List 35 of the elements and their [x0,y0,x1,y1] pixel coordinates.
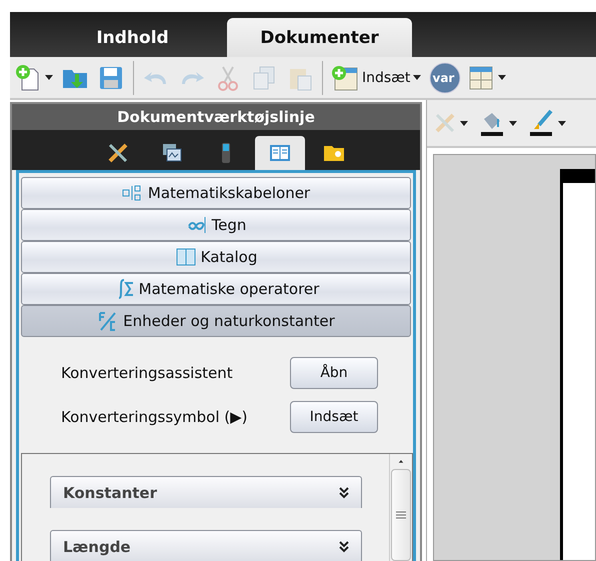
infinity-icon [186,214,208,236]
scrollbar[interactable] [389,454,412,561]
section-header[interactable]: Katalog [21,241,411,273]
grip-icon [396,510,406,519]
caret-icon[interactable] [413,75,422,80]
caret-icon[interactable] [498,75,506,80]
caret-icon[interactable] [460,120,468,126]
book-icon [269,142,291,164]
tab[interactable]: Dokumenter [227,18,412,57]
tab[interactable]: Indhold [40,18,225,57]
tools-icon [107,142,129,164]
brush-icon[interactable] [527,109,555,137]
section-header[interactable]: Matematikskabeloner [21,177,411,209]
insert-page-icon[interactable] [331,64,359,92]
var-icon[interactable] [429,62,462,94]
scroll-up-icon[interactable] [396,460,406,463]
pages-icon [161,142,183,164]
section-header[interactable]: Enheder og naturkonstanter [21,305,411,337]
caret-icon[interactable] [558,120,566,126]
caret-icon[interactable] [509,120,517,126]
section-header[interactable]: Matematiske operatorer [21,273,411,305]
catalog-book-icon [174,246,197,268]
insert-label[interactable]: Indsæt [362,70,410,86]
action-button[interactable]: Indsæt [290,401,378,433]
action-label: Konverteringsassistent [61,364,234,382]
category-dropdown[interactable]: Konstanter [50,476,362,508]
action-button[interactable]: Åbn [290,357,378,389]
double-chevron-icon [339,486,349,498]
double-chevron-icon [339,540,349,552]
panel-title: Dokumentværktøjslinje [12,104,420,130]
caret-icon[interactable] [45,75,53,80]
category-dropdown[interactable]: Længde [50,530,362,561]
var-label: var [432,70,456,84]
section-header[interactable]: Tegn [21,209,411,241]
action-label: Konverteringssymbol (▶) [61,408,249,426]
